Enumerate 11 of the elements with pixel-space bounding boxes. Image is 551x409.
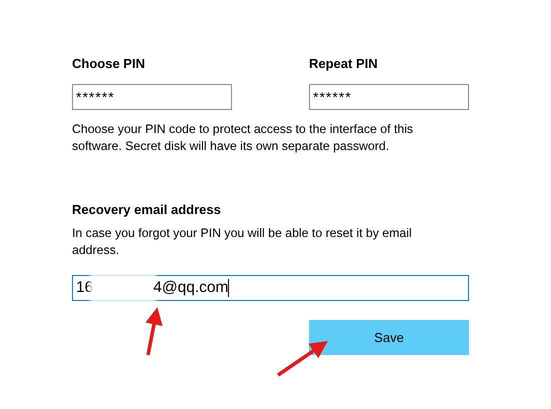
save-button[interactable]: Save: [309, 320, 469, 355]
recovery-hint-text: In case you forgot your PIN you will be able to reset it by email address.: [72, 225, 413, 259]
recovery-email-label: Recovery email address: [72, 202, 222, 218]
annotation-arrow: [277, 341, 328, 376]
pin-hint-text: Choose your PIN code to protect access to the interface of this software. Secret disk will have its own separate password.: [72, 121, 414, 155]
email-field[interactable]: 16 4@qq.com: [72, 275, 469, 301]
pin-field[interactable]: ******: [72, 84, 232, 110]
pin-field[interactable]: ******: [309, 84, 469, 110]
pin-label: Choose PIN: [72, 56, 146, 72]
pin-label: Repeat PIN: [309, 56, 379, 72]
annotation-arrow: [145, 307, 163, 356]
